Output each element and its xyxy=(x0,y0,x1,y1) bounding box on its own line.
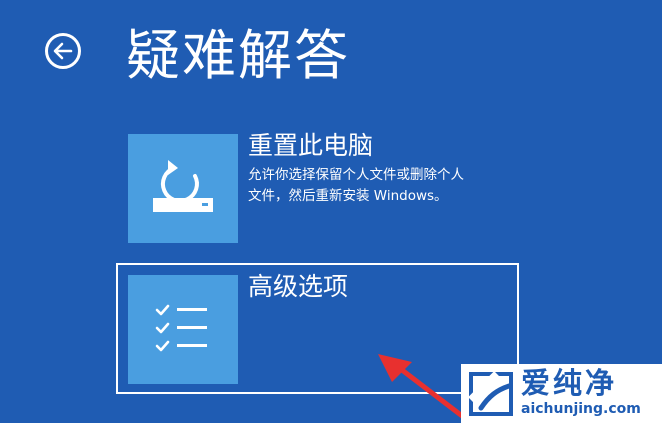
reset-pc-icon xyxy=(153,159,213,212)
page-title: 疑难解答 xyxy=(126,24,350,87)
back-arrow-icon xyxy=(53,42,73,60)
advanced-options-title[interactable]: 高级选项 xyxy=(248,272,348,302)
watermark-logo-icon xyxy=(468,371,513,416)
red-arrow-annotation xyxy=(378,354,473,423)
reset-pc-tile[interactable] xyxy=(128,134,238,243)
reset-pc-description-line: 允许你选择保留个人文件或删除个人 xyxy=(248,167,464,183)
watermark-domain: aichunjing.com xyxy=(521,401,641,417)
reset-pc-title[interactable]: 重置此电脑 xyxy=(248,131,373,161)
watermark-name: 爱纯净 xyxy=(521,366,618,400)
reset-pc-description-line: 文件，然后重新安装 Windows。 xyxy=(248,188,448,204)
back-button[interactable] xyxy=(45,33,81,69)
advanced-options-tile[interactable] xyxy=(128,275,238,384)
checklist-icon xyxy=(155,304,207,351)
watermark: 爱纯净 aichunjing.com xyxy=(461,364,662,423)
reset-pc-description: 允许你选择保留个人文件或删除个人 文件，然后重新安装 Windows。 xyxy=(248,165,508,207)
